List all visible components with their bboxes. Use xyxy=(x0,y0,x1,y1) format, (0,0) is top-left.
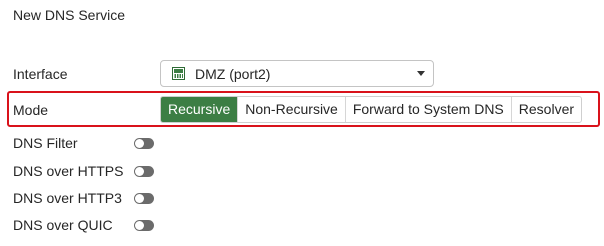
mode-segmented-control[interactable]: Recursive Non-Recursive Forward to Syste… xyxy=(160,96,583,123)
toggle-knob xyxy=(135,167,144,176)
page-title: New DNS Service xyxy=(13,7,126,23)
toggle-knob xyxy=(135,221,144,230)
dns-over-http3-toggle[interactable] xyxy=(134,193,154,204)
toggle-knob xyxy=(135,194,144,203)
mode-label: Mode xyxy=(13,102,49,118)
interface-select-value: DMZ (port2) xyxy=(195,66,271,82)
dns-filter-toggle[interactable] xyxy=(134,138,154,149)
caret-down-icon xyxy=(417,71,425,76)
dns-over-http3-label: DNS over HTTP3 xyxy=(13,190,122,206)
dns-filter-label: DNS Filter xyxy=(13,135,78,151)
dns-over-https-label: DNS over HTTPS xyxy=(13,163,124,179)
port-icon xyxy=(172,67,185,80)
interface-label: Interface xyxy=(13,66,68,82)
mode-option-recursive[interactable]: Recursive xyxy=(161,97,238,122)
toggle-knob xyxy=(135,139,144,148)
dns-over-quic-toggle[interactable] xyxy=(134,220,154,231)
mode-option-resolver[interactable]: Resolver xyxy=(510,97,581,122)
dns-over-https-toggle[interactable] xyxy=(134,166,154,177)
mode-option-forward-to-system-dns[interactable]: Forward to System DNS xyxy=(344,97,511,122)
dns-over-quic-label: DNS over QUIC xyxy=(13,217,113,233)
interface-select[interactable]: DMZ (port2) xyxy=(160,60,434,87)
mode-option-non-recursive[interactable]: Non-Recursive xyxy=(237,97,345,122)
